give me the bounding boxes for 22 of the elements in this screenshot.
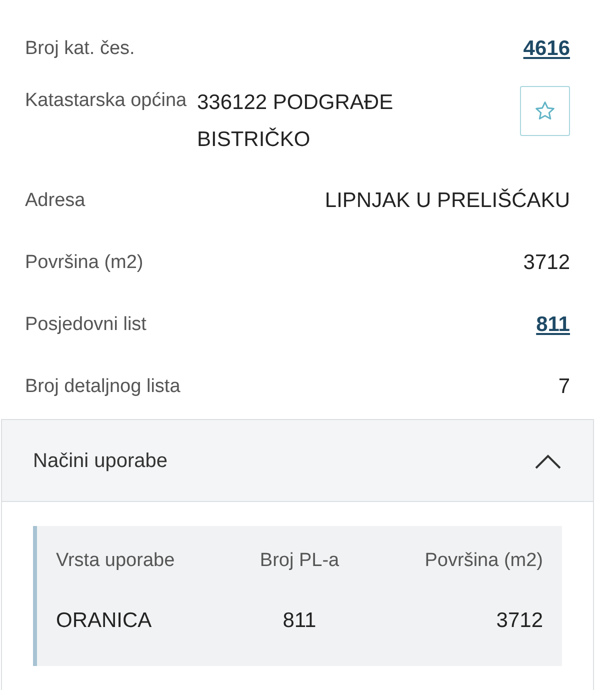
favorite-button[interactable] [520, 86, 570, 136]
column-header: Broj PL-a [260, 548, 340, 573]
field-label: Katastarska općina [25, 89, 188, 113]
field-label: Posjedovni list [25, 312, 146, 337]
table-cell-text: 3712 [496, 608, 543, 634]
field-label: Površina (m2) [25, 250, 144, 275]
table-cell-text: 811 [282, 608, 316, 634]
field-link[interactable]: 4616 [523, 33, 570, 65]
column-header: Površina (m2) [424, 548, 543, 573]
section-header[interactable]: Načini uporabe [2, 420, 593, 502]
field-value: 7 [558, 374, 570, 400]
field-label: Adresa [25, 188, 86, 213]
star-icon [534, 100, 556, 122]
field-link[interactable]: 811 [536, 309, 570, 341]
field-value: 336122 PODGRAĐE BISTRIČKO [197, 90, 394, 153]
column-header: Vrsta uporabe [56, 548, 175, 573]
field-value: LIPNJAK U PRELIŠĆAKU [324, 188, 570, 214]
field-label: Broj kat. čes. [25, 36, 135, 61]
field-value: 3712 [523, 250, 570, 276]
chevron-up-icon [534, 452, 562, 468]
table-cell-text: ORANICA [56, 608, 152, 634]
field-label: Broj detaljnog lista [25, 374, 180, 399]
